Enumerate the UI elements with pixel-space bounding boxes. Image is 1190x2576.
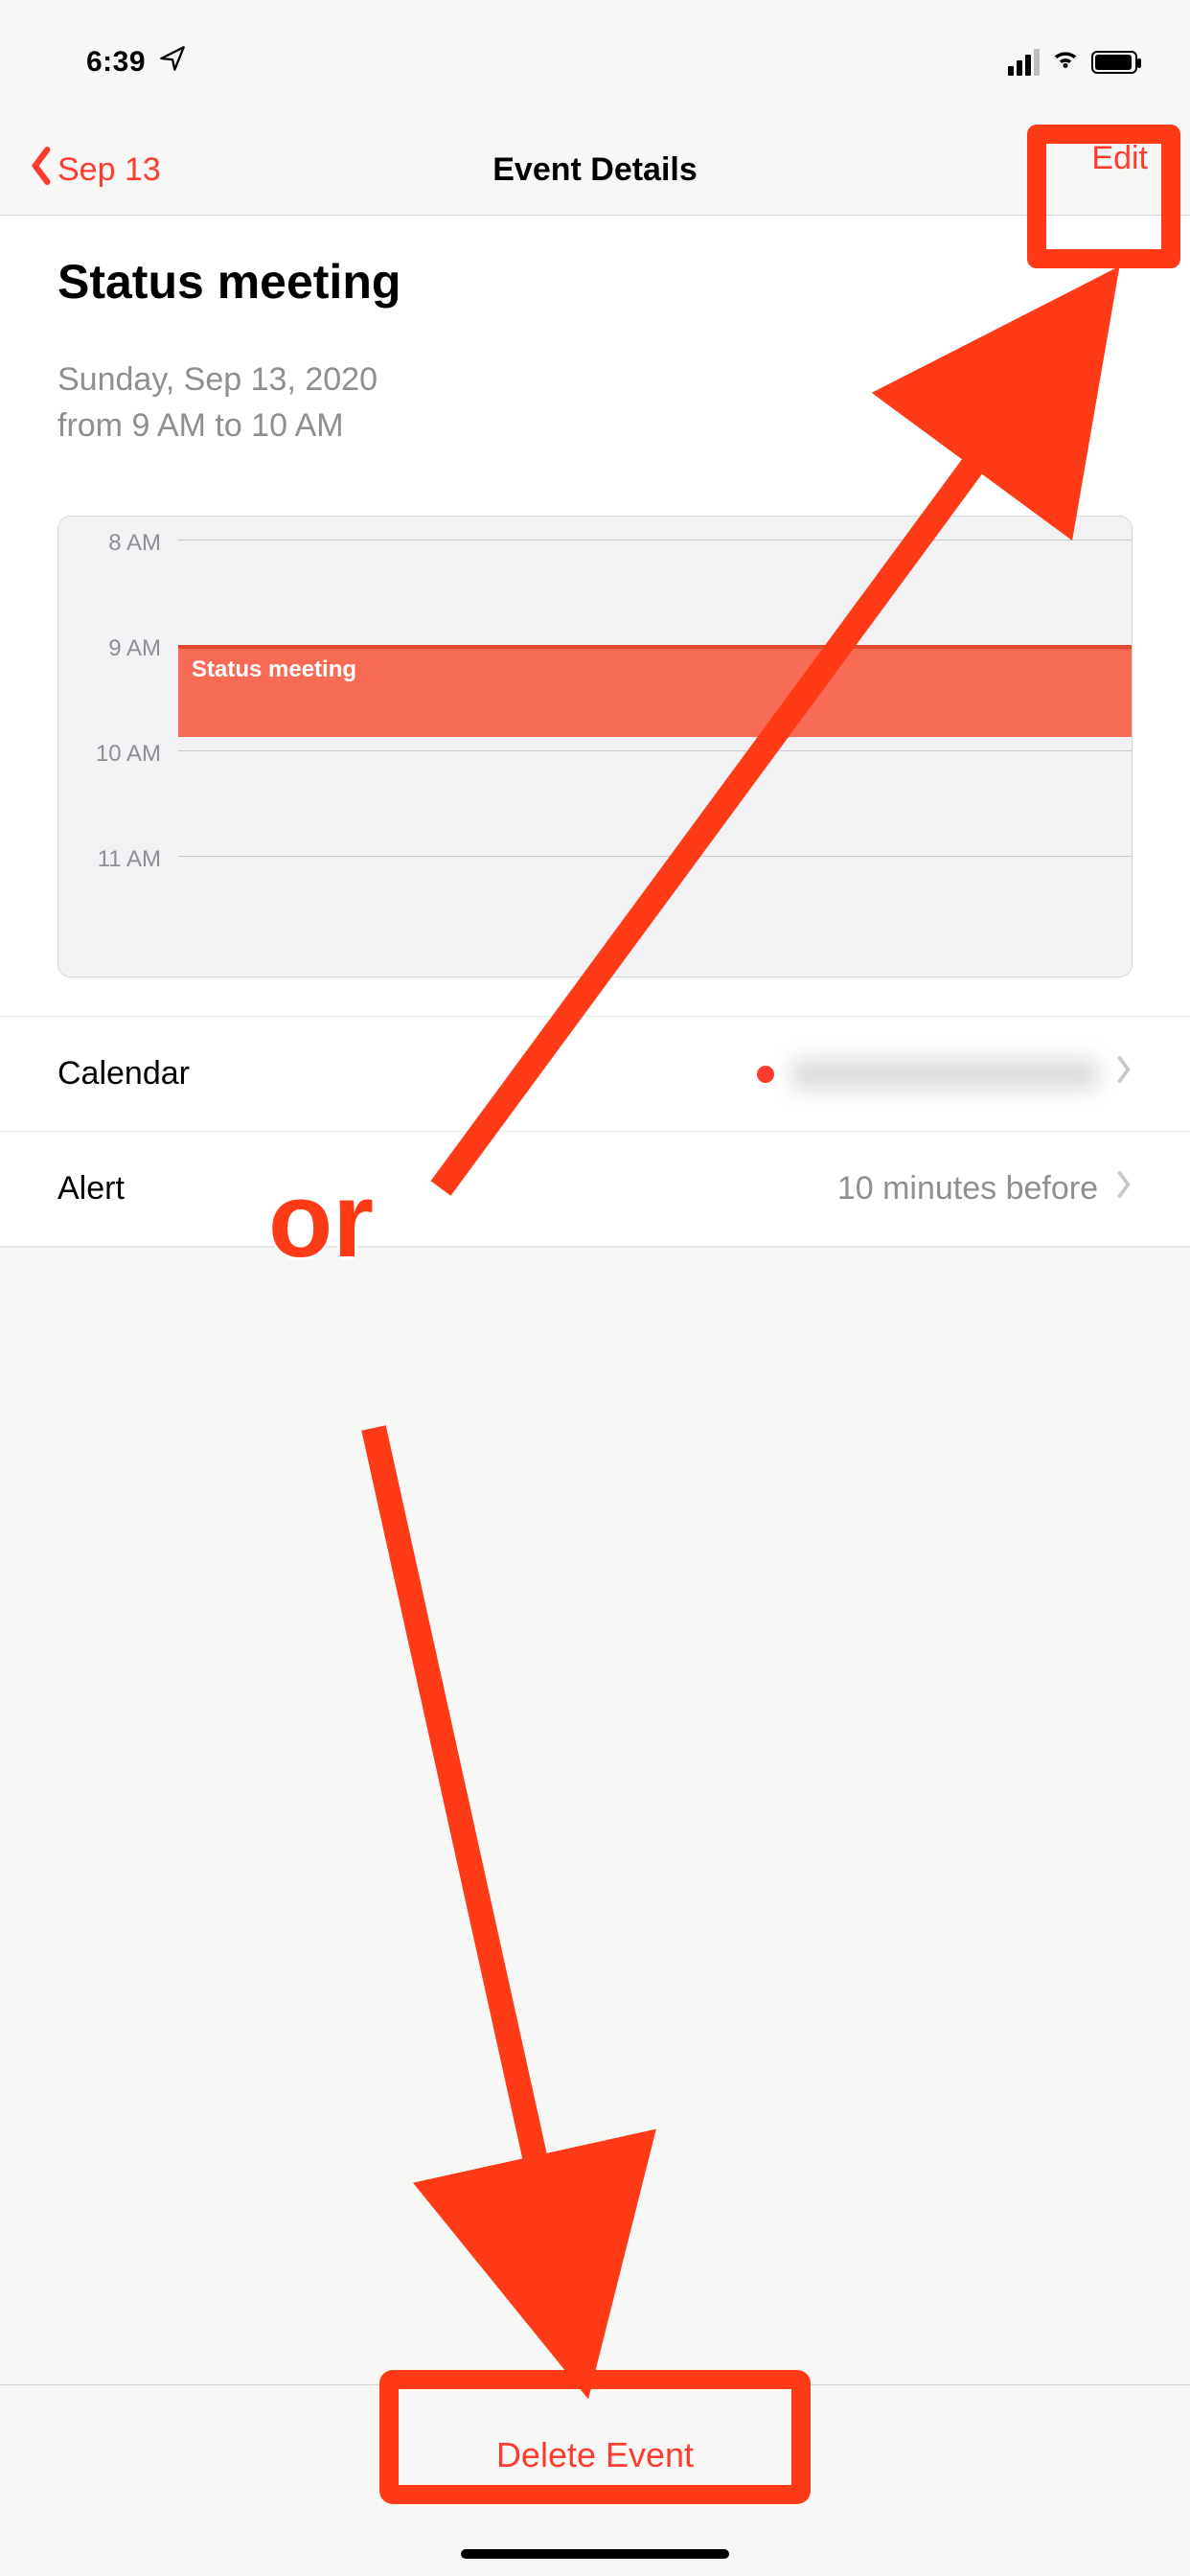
timeline-hour-label: 10 AM (58, 737, 178, 768)
alert-value-container: 10 minutes before (837, 1170, 1133, 1208)
calendar-label: Calendar (57, 1055, 190, 1092)
event-time: from 9 AM to 10 AM (57, 403, 1133, 449)
clock: 6:39 (86, 46, 146, 79)
home-indicator[interactable] (461, 2549, 729, 2559)
chevron-right-icon (1115, 1055, 1133, 1092)
chevron-left-icon (29, 146, 54, 195)
nav-bar: Sep 13 Event Details Edit (0, 125, 1190, 216)
back-label: Sep 13 (57, 151, 161, 189)
calendar-row[interactable]: Calendar (0, 1017, 1190, 1132)
delete-event-button[interactable]: Delete Event (452, 2414, 738, 2496)
event-date: Sunday, Sep 13, 2020 (57, 357, 1133, 403)
calendar-account-redacted (791, 1059, 1098, 1090)
timeline-hour-row: 10 AM (58, 737, 1132, 842)
alert-label: Alert (57, 1170, 125, 1208)
timeline-hour-line (178, 856, 1132, 857)
settings-rows: Calendar Alert 10 minutes before (0, 1016, 1190, 1247)
calendar-color-dot-icon (757, 1066, 774, 1083)
mini-timeline[interactable]: 8 AM 9 AM 10 AM 11 AM Status meeting (57, 516, 1133, 978)
bottom-toolbar: Delete Event (0, 2384, 1190, 2576)
chevron-right-icon (1115, 1170, 1133, 1208)
alert-row[interactable]: Alert 10 minutes before (0, 1132, 1190, 1247)
cellular-signal-icon (1008, 49, 1040, 76)
timeline-hour-label: 9 AM (58, 632, 178, 662)
arrow-to-delete-icon (355, 1409, 690, 2367)
wifi-icon (1051, 44, 1080, 80)
timeline-hour-label: 11 AM (58, 842, 178, 873)
timeline-hour-label: 8 AM (58, 526, 178, 557)
page-title: Event Details (492, 151, 698, 189)
status-right (1008, 44, 1137, 80)
timeline-hour-row: 11 AM (58, 842, 1132, 948)
back-button[interactable]: Sep 13 (29, 125, 161, 215)
battery-icon (1091, 51, 1137, 74)
timeline-hour-line (178, 750, 1132, 751)
calendar-value (757, 1055, 1133, 1092)
event-header: Status meeting Sunday, Sep 13, 2020 from… (0, 216, 1190, 496)
status-bar: 6:39 (0, 0, 1190, 125)
location-arrow-icon (159, 45, 186, 80)
timeline-event-block[interactable]: Status meeting (178, 645, 1132, 737)
status-left: 6:39 (86, 45, 186, 80)
event-title: Status meeting (57, 254, 1133, 310)
alert-value: 10 minutes before (837, 1170, 1098, 1208)
edit-button[interactable]: Edit (1078, 130, 1161, 187)
timeline-hour-row: 8 AM (58, 526, 1132, 632)
event-details: Status meeting Sunday, Sep 13, 2020 from… (0, 216, 1190, 1248)
